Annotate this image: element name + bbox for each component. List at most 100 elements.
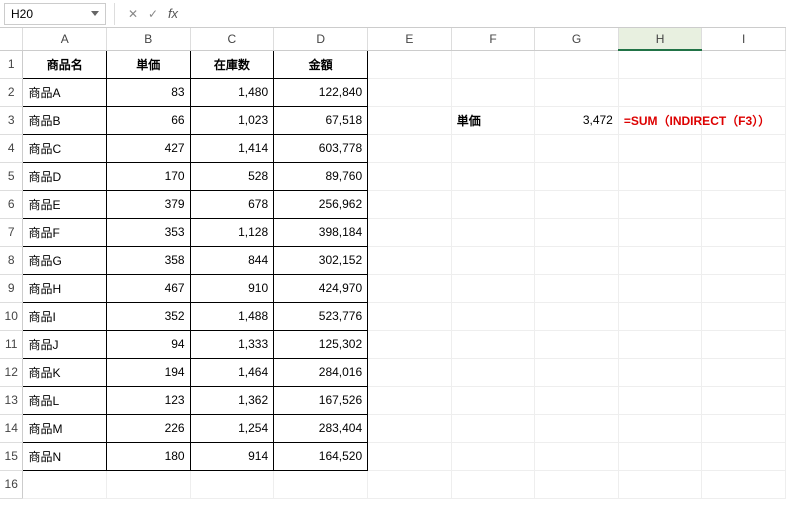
row-header[interactable]: 11 [0,330,23,358]
cell-B12[interactable]: 194 [107,358,191,386]
cell-B14[interactable]: 226 [107,414,191,442]
cell-C13[interactable]: 1,362 [190,386,274,414]
cell-A12[interactable]: 商品K [23,358,107,386]
cell-H11[interactable] [618,330,702,358]
cell-C16[interactable] [190,470,274,498]
cell-F13[interactable] [451,386,535,414]
cell-F1[interactable] [451,50,535,78]
row-header[interactable]: 6 [0,190,23,218]
cell-F9[interactable] [451,274,535,302]
cell-G7[interactable] [535,218,619,246]
col-header-F[interactable]: F [451,28,535,50]
cell-D2[interactable]: 122,840 [274,78,368,106]
fx-icon[interactable]: fx [164,5,182,23]
cell-C8[interactable]: 844 [190,246,274,274]
cell-D10[interactable]: 523,776 [274,302,368,330]
row-header[interactable]: 5 [0,162,23,190]
cell-B10[interactable]: 352 [107,302,191,330]
worksheet[interactable]: A B C D E F G H I 1商品名単価在庫数金額2商品A831,480… [0,28,786,499]
cell-A3[interactable]: 商品B [23,106,107,134]
cell-A16[interactable] [23,470,107,498]
cell-B4[interactable]: 427 [107,134,191,162]
cell-I4[interactable] [702,134,786,162]
cell-A13[interactable]: 商品L [23,386,107,414]
cell-D16[interactable] [274,470,368,498]
cell-I5[interactable] [702,162,786,190]
cell-I12[interactable] [702,358,786,386]
cell-E10[interactable] [368,302,452,330]
cell-H15[interactable] [618,442,702,470]
row-header[interactable]: 8 [0,246,23,274]
cell-E2[interactable] [368,78,452,106]
cell-D11[interactable]: 125,302 [274,330,368,358]
cell-E11[interactable] [368,330,452,358]
cell-E9[interactable] [368,274,452,302]
cell-E4[interactable] [368,134,452,162]
cell-E6[interactable] [368,190,452,218]
cell-H13[interactable] [618,386,702,414]
cell-E3[interactable] [368,106,452,134]
cell-A11[interactable]: 商品J [23,330,107,358]
cell-B15[interactable]: 180 [107,442,191,470]
cell-G11[interactable] [535,330,619,358]
cell-G4[interactable] [535,134,619,162]
cell-G6[interactable] [535,190,619,218]
cell-G15[interactable] [535,442,619,470]
cell-A10[interactable]: 商品I [23,302,107,330]
cell-I7[interactable] [702,218,786,246]
cell-C1[interactable]: 在庫数 [190,50,274,78]
cell-B8[interactable]: 358 [107,246,191,274]
row-header[interactable]: 2 [0,78,23,106]
name-box[interactable]: H20 [4,3,106,25]
cell-D6[interactable]: 256,962 [274,190,368,218]
cell-A14[interactable]: 商品M [23,414,107,442]
cell-B3[interactable]: 66 [107,106,191,134]
cell-H7[interactable] [618,218,702,246]
cell-F5[interactable] [451,162,535,190]
cell-H14[interactable] [618,414,702,442]
dropdown-icon[interactable] [91,11,99,16]
cell-B16[interactable] [107,470,191,498]
cell-A9[interactable]: 商品H [23,274,107,302]
cell-C12[interactable]: 1,464 [190,358,274,386]
cell-A7[interactable]: 商品F [23,218,107,246]
cell-C2[interactable]: 1,480 [190,78,274,106]
col-header-B[interactable]: B [107,28,191,50]
cell-G8[interactable] [535,246,619,274]
cell-G10[interactable] [535,302,619,330]
cell-D15[interactable]: 164,520 [274,442,368,470]
cell-F16[interactable] [451,470,535,498]
cell-G12[interactable] [535,358,619,386]
cell-I6[interactable] [702,190,786,218]
cell-H9[interactable] [618,274,702,302]
cell-F6[interactable] [451,190,535,218]
row-header[interactable]: 12 [0,358,23,386]
cell-F7[interactable] [451,218,535,246]
cell-D7[interactable]: 398,184 [274,218,368,246]
cell-A1[interactable]: 商品名 [23,50,107,78]
row-header[interactable]: 13 [0,386,23,414]
cell-C9[interactable]: 910 [190,274,274,302]
confirm-icon[interactable]: ✓ [144,5,162,23]
cell-H5[interactable] [618,162,702,190]
cell-D13[interactable]: 167,526 [274,386,368,414]
cell-E12[interactable] [368,358,452,386]
cell-C5[interactable]: 528 [190,162,274,190]
cell-C11[interactable]: 1,333 [190,330,274,358]
cell-B6[interactable]: 379 [107,190,191,218]
row-header[interactable]: 16 [0,470,23,498]
cell-H10[interactable] [618,302,702,330]
cell-F2[interactable] [451,78,535,106]
col-header-C[interactable]: C [190,28,274,50]
row-header[interactable]: 15 [0,442,23,470]
cell-E1[interactable] [368,50,452,78]
cell-A15[interactable]: 商品N [23,442,107,470]
cell-F14[interactable] [451,414,535,442]
cell-D1[interactable]: 金額 [274,50,368,78]
cell-H4[interactable] [618,134,702,162]
cell-E16[interactable] [368,470,452,498]
cell-F10[interactable] [451,302,535,330]
cell-G9[interactable] [535,274,619,302]
cell-B11[interactable]: 94 [107,330,191,358]
col-header-H[interactable]: H [618,28,702,50]
